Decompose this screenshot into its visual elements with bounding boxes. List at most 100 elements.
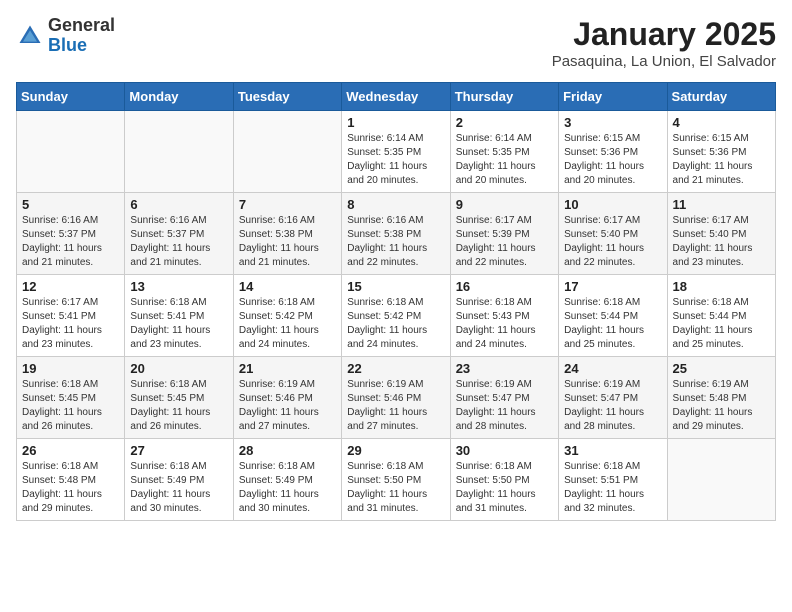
day-info: Sunrise: 6:19 AM Sunset: 5:46 PM Dayligh… (347, 378, 444, 434)
day-number: 9 (456, 197, 553, 212)
calendar-cell: 15Sunrise: 6:18 AM Sunset: 5:42 PM Dayli… (342, 275, 450, 357)
calendar-cell: 16 Sunrise: 6:18 AM Sunset: 5:43 PM Dayli… (450, 275, 558, 357)
day-info: Sunrise: 6:19 AM Sunset: 5:47 PM Dayligh… (456, 378, 553, 434)
day-number: 22 (347, 361, 444, 376)
day-number: 28 (239, 443, 336, 458)
month-title: January 2025 (552, 16, 776, 53)
calendar-week-row: 1 Sunrise: 6:14 AM Sunset: 5:35 PM Daylig… (17, 111, 776, 193)
calendar-week-row: 19 Sunrise: 6:18 AM Sunset: 5:45 PM Dayli… (17, 357, 776, 439)
weekday-header: Wednesday (342, 83, 450, 111)
day-info: Sunrise: 6:17 AM Sunset: 5:40 PM Dayligh… (673, 214, 770, 270)
day-number: 13 (130, 279, 227, 294)
day-info: Sunrise: 6:15 AM Sunset: 5:36 PM Dayligh… (673, 132, 770, 188)
day-number: 1 (347, 115, 444, 130)
weekday-header: Tuesday (233, 83, 341, 111)
calendar-cell: 21 Sunrise: 6:19 AM Sunset: 5:46 PM Dayli… (233, 357, 341, 439)
day-info: Sunrise: 6:18 AM Sunset: 5:45 PM Dayligh… (22, 378, 119, 434)
calendar-cell: 26 Sunrise: 6:18 AM Sunset: 5:48 PM Dayli… (17, 439, 125, 521)
logo-text: General Blue (48, 16, 115, 56)
day-number: 21 (239, 361, 336, 376)
day-number: 14 (239, 279, 336, 294)
calendar-cell: 22 Sunrise: 6:19 AM Sunset: 5:46 PM Dayli… (342, 357, 450, 439)
weekday-header-row: SundayMondayTuesdayWednesdayThursdayFrid… (17, 83, 776, 111)
day-info: Sunrise: 6:19 AM Sunset: 5:48 PM Dayligh… (673, 378, 770, 434)
day-number: 8 (347, 197, 444, 212)
calendar-cell: 8 Sunrise: 6:16 AM Sunset: 5:38 PM Daylig… (342, 193, 450, 275)
day-info: Sunrise: 6:18 AM Sunset: 5:44 PM Dayligh… (564, 296, 661, 352)
calendar-cell: 5Sunrise: 6:16 AM Sunset: 5:37 PM Daylig… (17, 193, 125, 275)
calendar-cell: 1Sunrise: 6:14 AM Sunset: 5:35 PM Daylig… (342, 111, 450, 193)
day-number: 6 (130, 197, 227, 212)
calendar-cell: 31Sunrise: 6:18 AM Sunset: 5:51 PM Dayli… (559, 439, 667, 521)
calendar-cell: 27 Sunrise: 6:18 AM Sunset: 5:49 PM Dayli… (125, 439, 233, 521)
calendar-cell: 2 Sunrise: 6:14 AM Sunset: 5:35 PM Daylig… (450, 111, 558, 193)
calendar-cell: 4Sunrise: 6:15 AM Sunset: 5:36 PM Daylig… (667, 111, 775, 193)
day-number: 29 (347, 443, 444, 458)
calendar-cell: 13 Sunrise: 6:18 AM Sunset: 5:41 PM Dayli… (125, 275, 233, 357)
page-header: General Blue January 2025 Pasaquina, La … (16, 16, 776, 70)
day-number: 19 (22, 361, 119, 376)
day-info: Sunrise: 6:18 AM Sunset: 5:50 PM Dayligh… (456, 460, 553, 516)
day-number: 16 (456, 279, 553, 294)
calendar-table: SundayMondayTuesdayWednesdayThursdayFrid… (16, 82, 776, 521)
calendar-cell (667, 439, 775, 521)
day-info: Sunrise: 6:18 AM Sunset: 5:49 PM Dayligh… (239, 460, 336, 516)
day-number: 18 (673, 279, 770, 294)
calendar-cell: 6Sunrise: 6:16 AM Sunset: 5:37 PM Daylig… (125, 193, 233, 275)
logo-general: General (48, 16, 115, 36)
calendar-cell: 25 Sunrise: 6:19 AM Sunset: 5:48 PM Dayli… (667, 357, 775, 439)
day-number: 26 (22, 443, 119, 458)
day-info: Sunrise: 6:19 AM Sunset: 5:46 PM Dayligh… (239, 378, 336, 434)
logo: General Blue (16, 16, 115, 56)
calendar-week-row: 5Sunrise: 6:16 AM Sunset: 5:37 PM Daylig… (17, 193, 776, 275)
calendar-cell: 30 Sunrise: 6:18 AM Sunset: 5:50 PM Dayli… (450, 439, 558, 521)
day-info: Sunrise: 6:18 AM Sunset: 5:48 PM Dayligh… (22, 460, 119, 516)
calendar-cell (233, 111, 341, 193)
calendar-cell: 28 Sunrise: 6:18 AM Sunset: 5:49 PM Dayli… (233, 439, 341, 521)
day-number: 24 (564, 361, 661, 376)
calendar-cell: 14Sunrise: 6:18 AM Sunset: 5:42 PM Dayli… (233, 275, 341, 357)
weekday-header: Monday (125, 83, 233, 111)
title-block: January 2025 Pasaquina, La Union, El Sal… (552, 16, 776, 70)
calendar-cell: 17Sunrise: 6:18 AM Sunset: 5:44 PM Dayli… (559, 275, 667, 357)
calendar-cell (125, 111, 233, 193)
weekday-header: Thursday (450, 83, 558, 111)
day-info: Sunrise: 6:14 AM Sunset: 5:35 PM Dayligh… (456, 132, 553, 188)
weekday-header: Saturday (667, 83, 775, 111)
day-info: Sunrise: 6:16 AM Sunset: 5:38 PM Dayligh… (347, 214, 444, 270)
day-number: 30 (456, 443, 553, 458)
day-number: 25 (673, 361, 770, 376)
day-info: Sunrise: 6:16 AM Sunset: 5:37 PM Dayligh… (22, 214, 119, 270)
day-number: 20 (130, 361, 227, 376)
day-info: Sunrise: 6:18 AM Sunset: 5:41 PM Dayligh… (130, 296, 227, 352)
calendar-cell: 12Sunrise: 6:17 AM Sunset: 5:41 PM Dayli… (17, 275, 125, 357)
day-number: 2 (456, 115, 553, 130)
logo-blue: Blue (48, 36, 115, 56)
calendar-cell: 7 Sunrise: 6:16 AM Sunset: 5:38 PM Daylig… (233, 193, 341, 275)
day-info: Sunrise: 6:18 AM Sunset: 5:50 PM Dayligh… (347, 460, 444, 516)
day-number: 11 (673, 197, 770, 212)
day-info: Sunrise: 6:18 AM Sunset: 5:44 PM Dayligh… (673, 296, 770, 352)
calendar-cell: 20Sunrise: 6:18 AM Sunset: 5:45 PM Dayli… (125, 357, 233, 439)
calendar-cell: 18 Sunrise: 6:18 AM Sunset: 5:44 PM Dayli… (667, 275, 775, 357)
logo-icon (16, 22, 44, 50)
day-info: Sunrise: 6:18 AM Sunset: 5:43 PM Dayligh… (456, 296, 553, 352)
calendar-cell: 3Sunrise: 6:15 AM Sunset: 5:36 PM Daylig… (559, 111, 667, 193)
weekday-header: Sunday (17, 83, 125, 111)
day-number: 31 (564, 443, 661, 458)
day-number: 12 (22, 279, 119, 294)
day-info: Sunrise: 6:18 AM Sunset: 5:49 PM Dayligh… (130, 460, 227, 516)
day-info: Sunrise: 6:17 AM Sunset: 5:39 PM Dayligh… (456, 214, 553, 270)
day-number: 27 (130, 443, 227, 458)
day-info: Sunrise: 6:19 AM Sunset: 5:47 PM Dayligh… (564, 378, 661, 434)
calendar-cell: 11 Sunrise: 6:17 AM Sunset: 5:40 PM Dayli… (667, 193, 775, 275)
weekday-header: Friday (559, 83, 667, 111)
day-number: 10 (564, 197, 661, 212)
calendar-cell: 19 Sunrise: 6:18 AM Sunset: 5:45 PM Dayli… (17, 357, 125, 439)
day-info: Sunrise: 6:18 AM Sunset: 5:42 PM Dayligh… (347, 296, 444, 352)
day-info: Sunrise: 6:16 AM Sunset: 5:38 PM Dayligh… (239, 214, 336, 270)
day-number: 7 (239, 197, 336, 212)
calendar-cell (17, 111, 125, 193)
calendar-cell: 29 Sunrise: 6:18 AM Sunset: 5:50 PM Dayli… (342, 439, 450, 521)
calendar-cell: 9 Sunrise: 6:17 AM Sunset: 5:39 PM Daylig… (450, 193, 558, 275)
